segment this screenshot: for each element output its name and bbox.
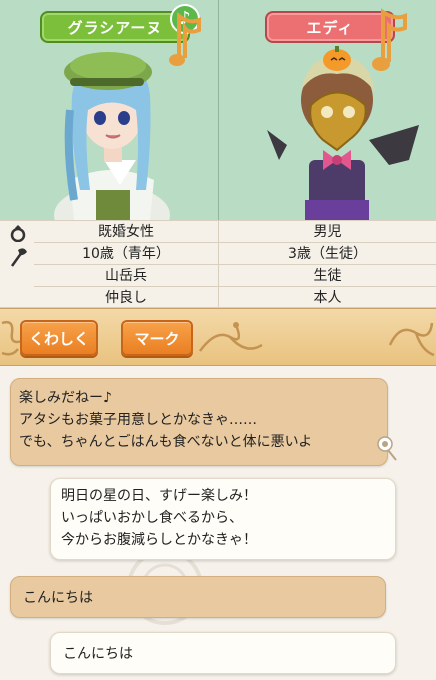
info-status-right: 男児 [219,221,436,243]
message-received-bubble: 楽しみだねー♪ アタシもお菓子用意しとかなきゃ…… でも、ちゃんとごはんも食べな… [10,378,388,466]
orange-music-note-icon [169,11,201,66]
ring-icon [10,225,26,242]
ornament-center-icon [198,322,263,352]
chat-log[interactable]: 楽しみだねー♪ アタシもお菓子用意しとかなきゃ…… でも、ちゃんとごはんも食べな… [0,366,436,680]
message-sent-bubble: 明日の星の日、すげー楽しみ！ いっぱいおかし食べるから、 今からお腹減らしとかな… [50,478,396,560]
speech-tail-icon [377,436,397,461]
message-text: でも、ちゃんとごはんも食べないと体に悪いよ [19,434,313,450]
info-status-left: 既婚女性 [34,221,218,243]
message-text: 今からお腹減らしとかなきゃ！ [61,532,257,548]
info-column-right: 男児 3歳（生徒） 生徒 本人 [218,221,436,307]
info-job-right: 生徒 [219,265,436,287]
mark-button[interactable]: マーク [121,320,193,356]
message-text: いっぱいおかし食べるから、 [61,510,243,526]
ornament-right-icon [388,322,435,357]
info-column-left: 既婚女性 10歳（青年） 山岳兵 仲良し [34,221,218,307]
character-portraits: グラシアーヌ ♪ エディ [0,0,436,220]
orange-music-note-icon [372,8,407,71]
message-sent-bubble: こんにちは [50,632,396,674]
info-relation-right: 本人 [313,290,342,306]
action-bar: くわしく マーク [0,308,436,366]
message-text: 明日の星の日、すげー楽しみ！ [61,488,257,504]
info-icon-column [0,221,34,307]
info-job-left: 山岳兵 [34,265,218,287]
info-relation-left: 仲良し [105,290,147,306]
message-text: アタシもお菓子用意しとかなきゃ…… [19,412,257,428]
message-text: 楽しみだねー♪ [19,390,112,406]
message-received-bubble: こんにちは [10,576,386,618]
info-age-left: 10歳（青年） [34,243,218,265]
axe-icon [10,248,27,267]
portrait-panel-right: エディ [218,0,436,220]
relationship-info-table: 既婚女性 10歳（青年） 山岳兵 仲良し 男児 3歳（生徒） 生徒 本人 [0,220,436,308]
info-age-right: 3歳（生徒） [219,243,436,265]
message-text: こんにちは [23,590,93,606]
details-button[interactable]: くわしく [20,320,98,356]
message-text: こんにちは [63,646,133,662]
portrait-panel-left: グラシアーヌ ♪ [0,0,218,220]
